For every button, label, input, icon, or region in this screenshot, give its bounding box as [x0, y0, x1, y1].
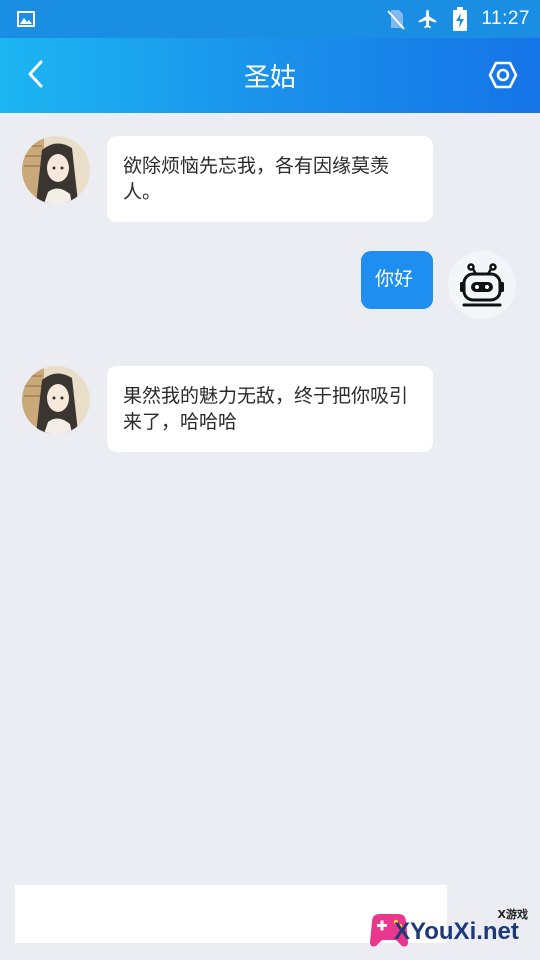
- page-title: 圣姑: [243, 63, 296, 93]
- settings-hexagon-icon: [488, 61, 518, 89]
- watermark: X游戏 XYouXi.net: [360, 888, 540, 960]
- chat-header: 圣姑: [0, 38, 540, 113]
- settings-button[interactable]: [480, 52, 526, 98]
- character-avatar[interactable]: [22, 136, 90, 204]
- image-icon: [16, 9, 36, 29]
- airplane-icon: [417, 8, 439, 30]
- status-bar: 11:27: [0, 0, 540, 38]
- message-bubble-incoming[interactable]: 果然我的魅力无敌，终于把你吸引来了，哈哈哈: [107, 366, 433, 452]
- no-sim-icon: [385, 8, 407, 30]
- character-avatar[interactable]: [22, 366, 90, 434]
- status-indicators: 11:27: [385, 0, 530, 38]
- message-bubble-incoming[interactable]: 欲除烦恼先忘我，各有因缘莫羡人。: [107, 136, 433, 222]
- message-list[interactable]: 欲除烦恼先忘我，各有因缘莫羡人。 你好 果然我的魅力无敌，终于把你吸引来了，哈哈…: [0, 113, 540, 870]
- watermark-text: XYouXi.net: [394, 918, 519, 945]
- status-time: 11:27: [481, 8, 530, 29]
- battery-charging-icon: [449, 7, 471, 31]
- message-bubble-outgoing[interactable]: 你好: [361, 251, 433, 309]
- chat-screen: 11:27 圣姑 欲除烦恼先忘我，各有因缘莫羡人。 你好 果然我的魅力无敌，终于…: [0, 0, 540, 960]
- robot-avatar[interactable]: [448, 251, 516, 319]
